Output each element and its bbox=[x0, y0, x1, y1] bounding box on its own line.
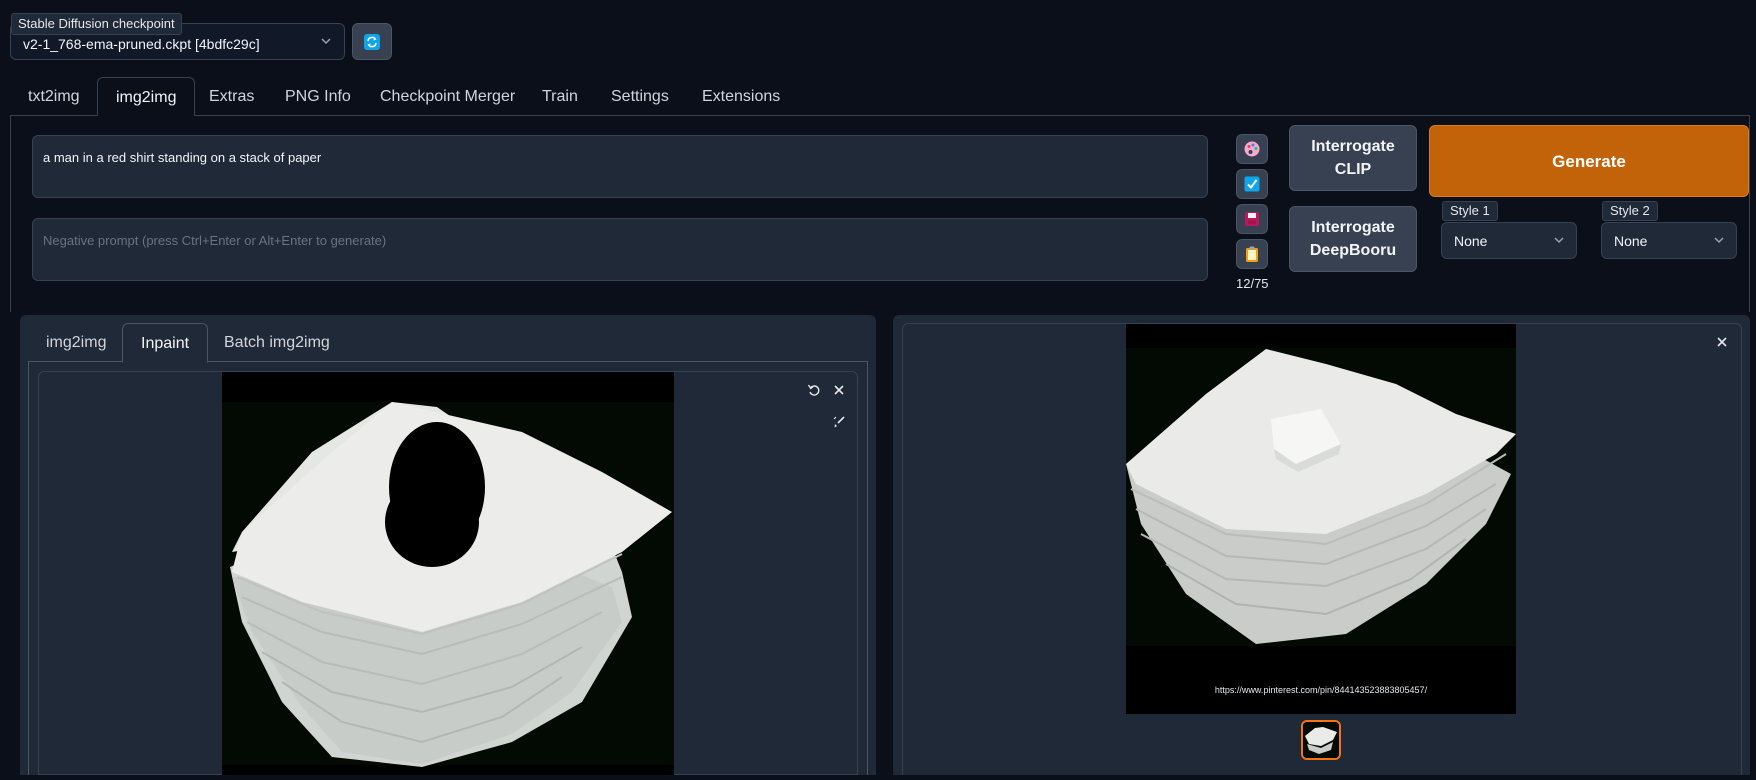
style2-label: Style 2 bbox=[1602, 201, 1658, 221]
refresh-icon bbox=[364, 33, 380, 50]
undo-button[interactable] bbox=[803, 379, 825, 401]
checkpoint-label: Stable Diffusion checkpoint bbox=[11, 13, 182, 35]
tab-checkpoint-merger[interactable]: Checkpoint Merger bbox=[362, 77, 533, 116]
prompt-input[interactable]: a man in a red shirt standing on a stack… bbox=[32, 135, 1208, 198]
tab-batch-img2img[interactable]: Batch img2img bbox=[206, 323, 348, 362]
close-icon bbox=[834, 385, 844, 395]
clear-canvas-button[interactable] bbox=[828, 379, 850, 401]
style2-value: None bbox=[1614, 233, 1648, 249]
negative-prompt-input[interactable]: Negative prompt (press Ctrl+Enter or Alt… bbox=[32, 218, 1208, 281]
close-icon bbox=[1717, 337, 1727, 347]
paper-stack-image bbox=[222, 372, 674, 775]
checkbox-icon bbox=[1244, 176, 1260, 192]
refresh-checkpoint-button[interactable] bbox=[352, 23, 392, 60]
output-thumbnail[interactable] bbox=[1301, 720, 1341, 760]
save-style-button[interactable] bbox=[1236, 204, 1268, 234]
main-tab-bar: txt2img img2img Extras PNG Info Checkpoi… bbox=[10, 77, 1750, 117]
close-gallery-button[interactable] bbox=[1712, 332, 1732, 352]
show-extra-networks-button[interactable] bbox=[1236, 134, 1268, 164]
clipboard-icon bbox=[1246, 246, 1258, 262]
brush-icon bbox=[833, 416, 845, 428]
token-counter: 12/75 bbox=[1236, 276, 1269, 291]
interrogate-deepbooru-label: Interrogate DeepBooru bbox=[1309, 219, 1397, 259]
inpaint-image[interactable] bbox=[222, 372, 674, 775]
paste-prompt-button[interactable] bbox=[1236, 239, 1268, 269]
output-image[interactable] bbox=[1126, 324, 1516, 714]
tab-img2img-mode[interactable]: img2img bbox=[28, 323, 124, 362]
tab-train[interactable]: Train bbox=[524, 77, 596, 116]
thumbnail-image bbox=[1303, 722, 1339, 758]
tab-inpaint[interactable]: Inpaint bbox=[122, 323, 209, 363]
chevron-down-icon bbox=[321, 38, 331, 45]
style1-dropdown[interactable]: None bbox=[1441, 222, 1577, 259]
chevron-down-icon bbox=[1554, 237, 1564, 244]
tab-extras[interactable]: Extras bbox=[191, 77, 272, 116]
generate-button[interactable]: Generate bbox=[1429, 125, 1749, 197]
style2-dropdown[interactable]: None bbox=[1601, 222, 1737, 259]
tab-extensions[interactable]: Extensions bbox=[684, 77, 798, 116]
tab-settings[interactable]: Settings bbox=[593, 77, 687, 116]
style1-label: Style 1 bbox=[1442, 201, 1498, 221]
tab-txt2img[interactable]: txt2img bbox=[10, 77, 98, 116]
output-url-text: https://www.pinterest.com/pin/8441435238… bbox=[1214, 685, 1428, 695]
brush-button[interactable] bbox=[828, 411, 850, 433]
interrogate-clip-label: Interrogate CLIP bbox=[1311, 138, 1395, 178]
palette-icon bbox=[1244, 141, 1260, 157]
img2img-mode-tabs: img2img Inpaint Batch img2img bbox=[28, 323, 868, 363]
interrogate-deepbooru-button[interactable]: Interrogate DeepBooru bbox=[1289, 206, 1417, 272]
tab-png-info[interactable]: PNG Info bbox=[267, 77, 369, 116]
apply-styles-button[interactable] bbox=[1236, 169, 1268, 199]
chevron-down-icon bbox=[1714, 237, 1724, 244]
style1-value: None bbox=[1454, 233, 1488, 249]
checkpoint-value: v2-1_768-ema-pruned.ckpt [4bdfc29c] bbox=[23, 36, 260, 52]
generated-paper-image bbox=[1126, 324, 1516, 714]
interrogate-clip-button[interactable]: Interrogate CLIP bbox=[1289, 125, 1417, 191]
save-icon bbox=[1245, 212, 1259, 226]
undo-icon bbox=[807, 384, 820, 396]
tab-img2img[interactable]: img2img bbox=[97, 77, 196, 117]
